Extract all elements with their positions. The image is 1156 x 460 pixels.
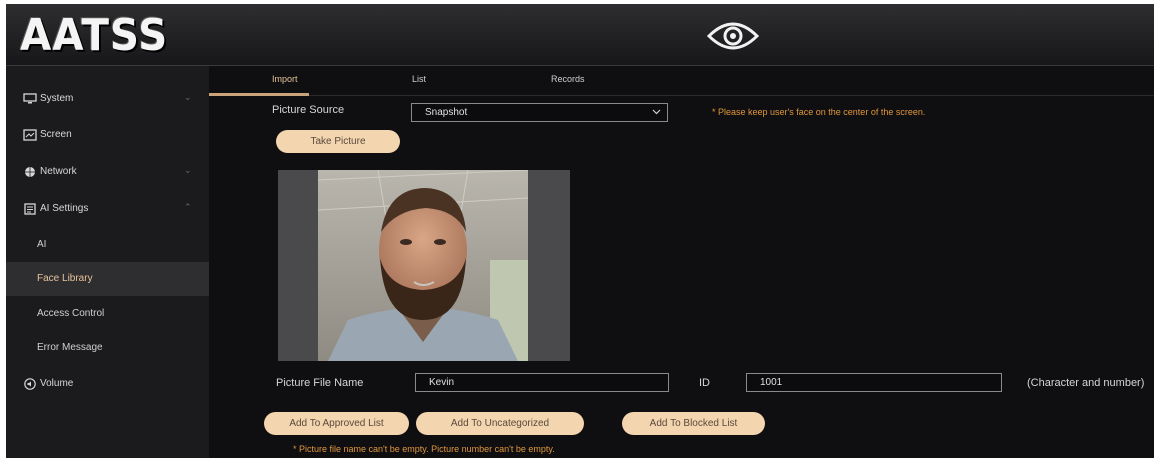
sidebar-item-screen[interactable]: Screen xyxy=(6,118,209,152)
main-content: Import List Records Picture Source Snaps… xyxy=(209,66,1154,458)
take-picture-button[interactable]: Take Picture xyxy=(276,130,400,153)
eye-icon[interactable] xyxy=(706,16,760,56)
add-to-uncategorized-button[interactable]: Add To Uncategorized xyxy=(416,412,584,435)
id-label: ID xyxy=(699,377,710,389)
sidebar-subitem-ai[interactable]: AI xyxy=(6,228,209,262)
app-window: AATSS System ⌄ Screen Network ⌄ AI Setti… xyxy=(6,4,1154,458)
tab-records[interactable]: Records xyxy=(551,74,585,84)
sidebar-subitem-face-library[interactable]: Face Library xyxy=(6,262,209,296)
chevron-down-icon xyxy=(652,109,661,115)
globe-icon xyxy=(25,167,35,177)
chevron-down-icon: ⌄ xyxy=(184,92,192,102)
picture-source-label: Picture Source xyxy=(272,104,345,116)
id-format-note: (Character and number) xyxy=(1027,377,1145,389)
sidebar-subitem-label: AI xyxy=(37,239,47,250)
tab-list[interactable]: List xyxy=(412,74,426,84)
file-name-input[interactable]: Kevin xyxy=(415,373,669,392)
error-hint: * Picture file name can't be empty. Pict… xyxy=(293,444,555,454)
sidebar-item-volume[interactable]: Volume xyxy=(6,367,209,401)
sidebar-item-label: AI Settings xyxy=(40,203,89,214)
picture-preview xyxy=(278,170,570,361)
face-center-hint: * Please keep user's face on the center … xyxy=(712,107,926,117)
sidebar-subitem-access-control[interactable]: Access Control xyxy=(6,297,209,331)
tab-bar: Import List Records xyxy=(209,66,1154,96)
add-to-approved-button[interactable]: Add To Approved List xyxy=(264,412,409,435)
ai-settings-icon xyxy=(24,203,36,215)
volume-icon xyxy=(24,378,36,390)
sidebar-subitem-label: Error Message xyxy=(37,342,103,353)
logo: AATSS xyxy=(20,10,169,61)
sidebar-item-label: System xyxy=(40,93,74,104)
sidebar: System ⌄ Screen Network ⌄ AI Settings ⌃ … xyxy=(6,66,209,458)
sidebar-item-system[interactable]: System ⌄ xyxy=(6,82,209,116)
screen-icon xyxy=(23,129,37,141)
id-input[interactable]: 1001 xyxy=(746,373,1002,392)
sidebar-subitem-error-message[interactable]: Error Message xyxy=(6,331,209,365)
sidebar-item-network[interactable]: Network ⌄ xyxy=(6,155,209,189)
tab-import[interactable]: Import xyxy=(272,74,298,84)
sidebar-item-label: Volume xyxy=(40,378,74,389)
sidebar-subitem-label: Face Library xyxy=(37,273,93,284)
picture-source-select[interactable]: Snapshot xyxy=(411,103,668,122)
face-photo xyxy=(318,170,528,361)
sidebar-item-label: Screen xyxy=(40,129,72,140)
monitor-icon xyxy=(23,93,37,104)
sidebar-item-ai-settings[interactable]: AI Settings ⌃ xyxy=(6,192,209,226)
chevron-up-icon: ⌃ xyxy=(184,202,192,212)
picture-source-value: Snapshot xyxy=(425,107,468,118)
file-name-label: Picture File Name xyxy=(276,377,364,389)
header-bar: AATSS xyxy=(6,4,1154,66)
sidebar-item-label: Network xyxy=(40,166,77,177)
add-to-blocked-button[interactable]: Add To Blocked List xyxy=(622,412,765,435)
active-tab-indicator xyxy=(209,93,309,96)
sidebar-subitem-label: Access Control xyxy=(37,308,105,319)
chevron-down-icon: ⌄ xyxy=(184,165,192,175)
